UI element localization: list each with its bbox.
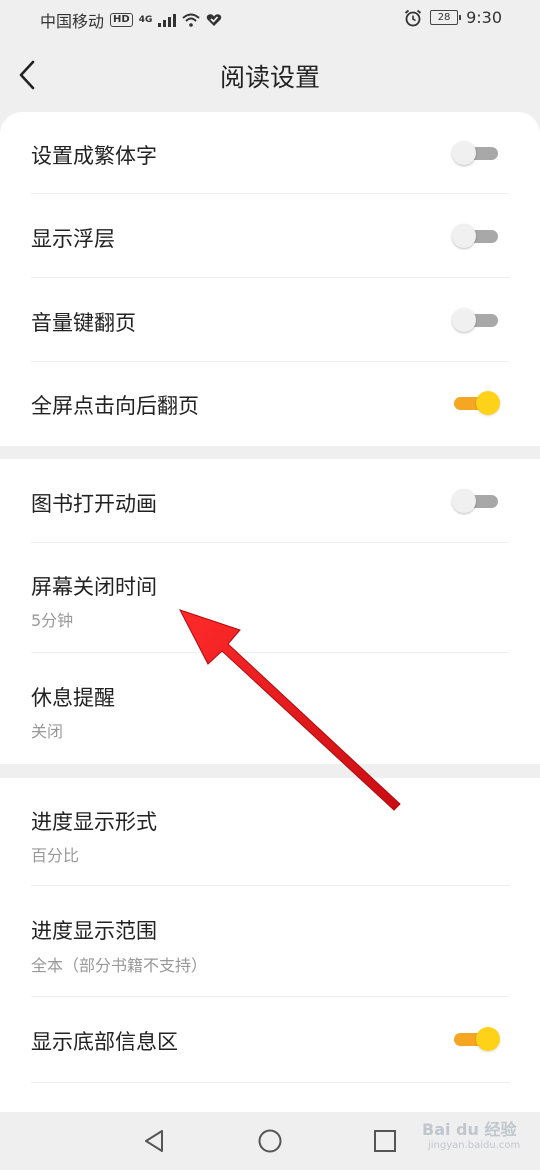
- setting-value: 百分比: [31, 846, 80, 865]
- status-left: 中国移动 HD 4G: [40, 8, 222, 32]
- watermark-sub: jingyan.baidu.com: [428, 1140, 521, 1151]
- toggle-bottom-info[interactable]: [452, 1027, 500, 1051]
- setting-row-bottom-info[interactable]: 显示底部信息区: [0, 997, 540, 1083]
- setting-label: 屏幕关闭时间: [31, 575, 157, 599]
- status-right: 28 9:30: [404, 8, 502, 27]
- setting-label: 休息提醒: [31, 686, 115, 710]
- settings-group-1: 设置成繁体字 显示浮层 音量键翻页 全屏点击向后翻页: [0, 112, 540, 446]
- setting-label: 进度显示形式: [31, 810, 157, 834]
- status-bar: 中国移动 HD 4G 28 9:30: [0, 0, 540, 38]
- toggle-floating-layer[interactable]: [452, 224, 500, 248]
- heart-icon: [207, 14, 222, 26]
- divider: [31, 1082, 509, 1083]
- toggle-volume-page[interactable]: [452, 308, 500, 332]
- setting-value: 5分钟: [31, 611, 74, 630]
- setting-label: 进度显示范围: [31, 919, 157, 943]
- settings-group-3: 进度显示形式 百分比 进度显示范围 全本（部分书籍不支持） 显示底部信息区: [0, 778, 540, 1112]
- page-title: 阅读设置: [219, 63, 320, 92]
- toggle-fullscreen-tap[interactable]: [452, 391, 500, 415]
- nav-recents-square-icon: [374, 1130, 396, 1152]
- setting-label: 全屏点击向后翻页: [31, 394, 199, 418]
- setting-label: 显示底部信息区: [31, 1030, 178, 1054]
- nav-back-triangle-icon: [145, 1130, 163, 1152]
- watermark-text: Bai du 经验: [422, 1120, 517, 1139]
- battery-icon: 28: [430, 10, 462, 25]
- setting-row-rest-reminder[interactable]: 休息提醒 关闭: [0, 653, 540, 764]
- carrier-name: 中国移动: [40, 12, 105, 31]
- setting-row-traditional[interactable]: 设置成繁体字: [0, 112, 540, 194]
- nav-home-button[interactable]: [257, 1128, 283, 1154]
- wifi-icon: [182, 13, 201, 27]
- setting-row-progress-format[interactable]: 进度显示形式 百分比: [0, 778, 540, 886]
- toggle-book-animation[interactable]: [452, 489, 500, 513]
- toggle-traditional[interactable]: [452, 141, 500, 165]
- setting-label: 显示浮层: [31, 227, 115, 251]
- watermark-logo: Bai du 经验 jingyan.baidu.com: [418, 1108, 528, 1168]
- setting-row-book-animation[interactable]: 图书打开动画: [0, 459, 540, 543]
- nav-recents-button[interactable]: [372, 1128, 398, 1154]
- setting-label: 图书打开动画: [31, 492, 157, 516]
- setting-row-fullscreen-tap[interactable]: 全屏点击向后翻页: [0, 362, 540, 446]
- settings-group-2: 图书打开动画 屏幕关闭时间 5分钟 休息提醒 关闭: [0, 459, 540, 764]
- clock-time: 9:30: [466, 8, 502, 27]
- signal-icon: [158, 13, 177, 27]
- hd-badge: HD: [110, 13, 133, 27]
- alarm-icon: [404, 9, 422, 26]
- setting-row-screen-off[interactable]: 屏幕关闭时间 5分钟: [0, 543, 540, 653]
- nav-home-circle-icon: [258, 1129, 282, 1153]
- setting-value: 全本（部分书籍不支持）: [31, 956, 208, 975]
- network-type: 4G: [138, 14, 153, 25]
- setting-value: 关闭: [31, 722, 64, 741]
- nav-back-button[interactable]: [141, 1128, 167, 1154]
- setting-label: 音量键翻页: [31, 311, 136, 335]
- setting-row-floating-layer[interactable]: 显示浮层: [0, 194, 540, 278]
- setting-label: 设置成繁体字: [31, 144, 157, 168]
- setting-row-progress-range[interactable]: 进度显示范围 全本（部分书籍不支持）: [0, 886, 540, 997]
- setting-row-volume-page[interactable]: 音量键翻页: [0, 278, 540, 362]
- header: 阅读设置: [0, 40, 540, 110]
